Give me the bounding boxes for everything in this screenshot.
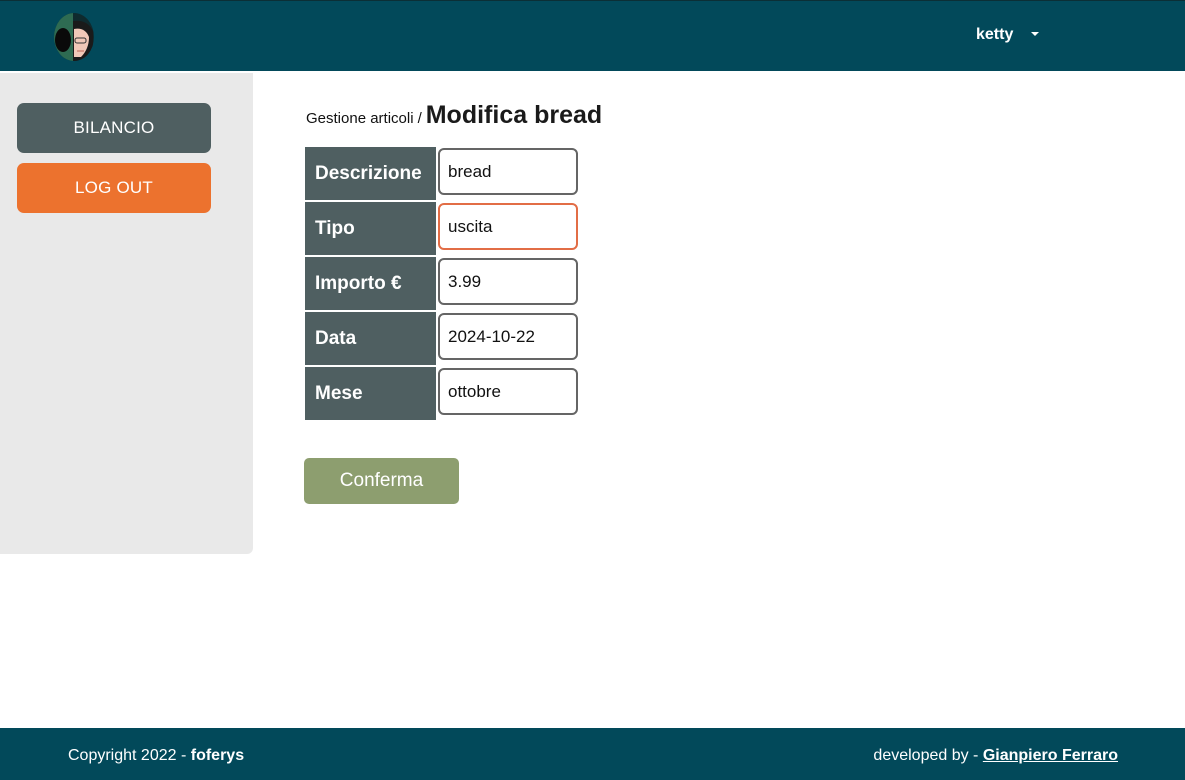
copyright-brand: foferys [190, 747, 245, 764]
page-title: Modifica bread [425, 101, 603, 129]
breadcrumb-parent-link[interactable]: Gestione articoli [306, 110, 414, 127]
logout-button[interactable]: LOG OUT [17, 163, 211, 213]
developed-by-text: developed by - [873, 747, 979, 764]
form-row-descrizione: Descrizione [305, 147, 580, 200]
breadcrumb: Gestione articoli / Modifica bread [306, 101, 602, 130]
descrizione-input[interactable] [438, 148, 578, 195]
importo-label: Importo € [305, 257, 436, 310]
form-row-mese: Mese [305, 367, 580, 420]
top-navbar: ketty [0, 0, 1185, 71]
tipo-input[interactable] [438, 203, 578, 250]
form-row-importo: Importo € [305, 257, 580, 310]
breadcrumb-separator: / [417, 110, 422, 127]
user-dropdown[interactable]: ketty [976, 23, 1040, 47]
sidebar: BILANCIO LOG OUT [0, 73, 253, 554]
importo-input[interactable] [438, 258, 578, 305]
data-label: Data [305, 312, 436, 365]
descrizione-label: Descrizione [305, 147, 436, 200]
caret-down-icon [1031, 32, 1040, 36]
footer-copyright: Copyright 2022 - foferys [68, 747, 244, 765]
tipo-label: Tipo [305, 202, 436, 255]
footer: Copyright 2022 - foferys developed by - … [0, 728, 1185, 780]
bilancio-button[interactable]: BILANCIO [17, 103, 211, 153]
user-name: ketty [976, 26, 1014, 43]
conferma-button[interactable]: Conferma [304, 458, 459, 504]
page: ketty BILANCIO LOG OUT Gestione articoli… [0, 0, 1185, 780]
copyright-text: Copyright 2022 - [68, 747, 187, 764]
form-row-tipo: Tipo [305, 202, 580, 255]
footer-developer: developed by - Gianpiero Ferraro [873, 747, 1118, 765]
developer-link[interactable]: Gianpiero Ferraro [983, 747, 1118, 764]
avatar-logo-icon[interactable] [53, 13, 95, 61]
mese-input[interactable] [438, 368, 578, 415]
mese-label: Mese [305, 367, 436, 420]
form-row-data: Data [305, 312, 580, 365]
data-input[interactable] [438, 313, 578, 360]
